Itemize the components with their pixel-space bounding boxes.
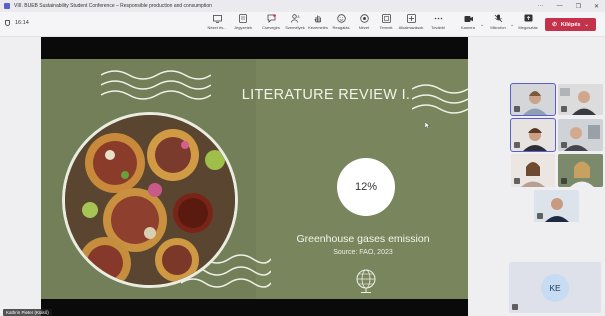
camera-button-label: Kamera: [460, 25, 475, 30]
participant-tile[interactable]: [510, 118, 556, 152]
chat-button[interactable]: Csevegés: [258, 14, 284, 30]
globe-icon: [356, 269, 376, 293]
mic-off-icon: [494, 14, 503, 23]
teams-logo-icon: [4, 3, 10, 9]
camera-icon: [464, 14, 473, 23]
mic-options-chevron-icon[interactable]: ⌄: [510, 22, 514, 28]
camera-options-chevron-icon[interactable]: ⌄: [480, 22, 484, 28]
mic-muted-icon: [514, 178, 520, 184]
stat-label: Greenhouse gases emission: [296, 233, 430, 245]
people-icon: 8: [290, 14, 300, 23]
smiley-icon: [336, 14, 346, 23]
mic-button-label: Mikrofon: [490, 25, 506, 30]
mouse-cursor-icon: [425, 122, 430, 129]
more-options-icon[interactable]: ···: [538, 3, 544, 9]
leave-button-label: Kilépés: [560, 21, 581, 28]
window-controls: ··· — ❐ ✕: [538, 0, 599, 12]
leave-button[interactable]: ✆ Kilépés ⌄: [545, 18, 596, 31]
share-screen-icon: [524, 14, 533, 23]
mic-button[interactable]: Mikrofon: [485, 14, 511, 30]
stat-circle: 12%: [337, 158, 395, 216]
people-button-label: Személyek: [285, 25, 305, 30]
mic-muted-icon: [561, 178, 567, 184]
participant-tile[interactable]: [534, 190, 579, 222]
hand-icon: [314, 14, 323, 23]
mic-muted-icon: [514, 106, 520, 112]
plus-app-icon: [406, 14, 416, 23]
participant-tile[interactable]: [511, 154, 555, 187]
mic-muted-icon: [512, 304, 518, 310]
more-button-label: További: [431, 25, 445, 30]
wave-decoration-top-left: [101, 70, 211, 100]
share-button-label: Megosztás: [518, 25, 538, 30]
notes-icon: [239, 14, 248, 23]
meeting-toolbar: 16:14 Nézet és... Jegyzetek Csevegés 8 S…: [0, 12, 605, 37]
shared-screen: LITERATURE REVIEW I. 12% Greenhouse gase…: [41, 37, 468, 316]
chevron-down-icon[interactable]: ⌄: [584, 22, 588, 28]
timer-text: 16:14: [15, 20, 29, 26]
raise-hand-label: Kézemelés: [308, 25, 328, 30]
avatar-initials: KE: [549, 283, 561, 293]
camera-button[interactable]: Kamera: [455, 14, 481, 30]
mic-muted-icon: [561, 106, 567, 112]
maximize-icon[interactable]: ❐: [576, 3, 581, 10]
chat-button-label: Csevegés: [262, 25, 280, 30]
stat-value: 12%: [354, 181, 378, 193]
screen-icon: [212, 14, 222, 23]
participant-tile[interactable]: [558, 119, 603, 151]
close-icon[interactable]: ✕: [594, 3, 599, 10]
mic-muted-icon: [514, 142, 520, 148]
slide-heading: LITERATURE REVIEW I.: [241, 87, 411, 103]
apps-button-label: Alkalmazások: [398, 25, 424, 30]
mic-muted-icon: [561, 142, 567, 148]
window-title: VIII. BUEB Sustainability Student Confer…: [14, 3, 212, 9]
rooms-button-label: Termek: [379, 25, 393, 30]
rooms-button[interactable]: Termek: [373, 14, 399, 30]
ellipsis-icon: [434, 14, 443, 23]
teams-meeting-window: VIII. BUEB Sustainability Student Confer…: [0, 0, 605, 316]
slide-source: Source: FAO, 2023: [333, 249, 393, 256]
view-button-label: Nézet és...: [207, 25, 227, 30]
participant-tile[interactable]: [558, 154, 603, 187]
mic-muted-icon: [537, 213, 543, 219]
notes-button[interactable]: Jegyzetek: [230, 14, 256, 30]
react-button-label: Reagálás: [332, 25, 350, 30]
view-button[interactable]: Nézet és...: [204, 14, 230, 30]
participant-tile[interactable]: [510, 83, 556, 116]
presenter-name-tag: Kathrin Pieter (Külső): [3, 309, 52, 316]
shield-icon: [5, 20, 10, 26]
chat-icon: [267, 14, 276, 23]
share-button[interactable]: Megosztás: [515, 14, 541, 30]
notes-button-label: Jegyzetek: [233, 25, 252, 30]
avatar: KE: [541, 274, 569, 302]
tacos-food-photo: [62, 112, 238, 288]
apps-button[interactable]: Alkalmazások: [398, 14, 424, 30]
phone-icon: ✆: [552, 21, 557, 28]
meeting-timer: 16:14: [5, 20, 29, 26]
minimize-icon[interactable]: —: [557, 3, 563, 9]
svg-text:8: 8: [297, 15, 299, 19]
participant-tile[interactable]: [558, 84, 603, 115]
viewmode-button-label: Nézet: [358, 25, 370, 30]
presentation-slide: LITERATURE REVIEW I. 12% Greenhouse gase…: [41, 59, 468, 299]
more-button[interactable]: További: [425, 14, 451, 30]
meeting-stage: LITERATURE REVIEW I. 12% Greenhouse gase…: [0, 37, 605, 316]
participant-tile-no-video[interactable]: KE: [509, 262, 601, 313]
title-bar: VIII. BUEB Sustainability Student Confer…: [0, 0, 605, 12]
layout-icon: [359, 14, 369, 23]
rooms-icon: [381, 14, 391, 23]
